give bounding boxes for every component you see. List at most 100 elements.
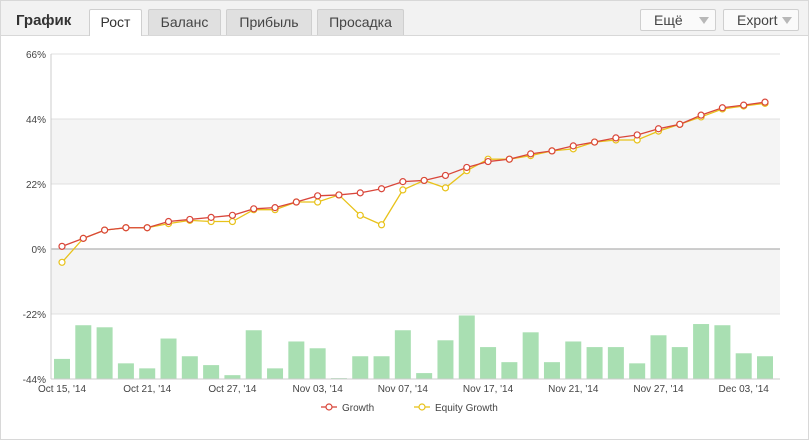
grid-band [51,119,780,184]
more-dropdown-button[interactable]: Ещё [640,9,716,31]
y-tick-label: 66% [26,50,46,61]
x-tick-label: Nov 21, '14 [548,384,599,395]
panel-header: График Рост Баланс Прибыль Просадка Ещё … [1,1,808,36]
x-tick-label: Nov 27, '14 [633,384,684,395]
growth-point [164,217,173,226]
volume-bar [480,347,497,379]
tab-profit[interactable]: Прибыль [226,9,312,35]
legend-marker [325,403,333,411]
volume-bar [586,347,603,379]
x-tick-label: Oct 15, '14 [38,384,86,395]
volume-bar [671,347,688,379]
x-tick-label: Nov 07, '14 [378,384,429,395]
growth-point [590,138,599,146]
growth-point [292,198,300,206]
equity-growth-point [441,184,450,192]
volume-bar [565,341,582,379]
growth-chart-panel: График Рост Баланс Прибыль Просадка Ещё … [0,0,809,440]
growth-point [505,155,513,163]
volume-bar [160,338,177,379]
growth-point [697,111,705,119]
growth-point [314,192,322,200]
growth-point [633,131,641,139]
export-dropdown-button[interactable]: Export [723,9,799,31]
growth-point [335,191,343,199]
growth-point [377,185,386,193]
growth-point [207,213,215,221]
volume-bar [373,356,390,379]
volume-bar [288,341,305,379]
tab-drawdown[interactable]: Просадка [317,9,404,35]
x-tick-label: Nov 17, '14 [463,384,514,395]
tab-balance[interactable]: Баланс [148,9,221,35]
grid-band [51,249,780,314]
growth-point [122,224,130,232]
equity-growth-point [58,258,66,266]
legend-label-equity: Equity Growth [435,403,498,414]
equity-growth-point [356,211,364,219]
x-tick-label: Oct 21, '14 [123,384,171,395]
volume-bar [458,315,475,379]
growth-point [79,234,87,242]
growth-point [271,204,279,212]
volume-bar [245,330,262,379]
growth-point [761,98,769,106]
growth-point [228,211,237,219]
x-tick-label: Oct 27, '14 [208,384,256,395]
growth-point [356,189,364,197]
volume-bar [501,362,518,379]
growth-point [654,125,663,133]
chevron-down-icon [782,17,792,24]
volume-bar [309,348,326,379]
more-button-label: Ещё [654,12,683,28]
volume-bar [757,356,773,379]
growth-point [676,120,684,128]
volume-bar [714,325,731,379]
volume-bar [629,363,646,379]
equity-growth-point [399,186,407,194]
growth-point [441,171,450,180]
panel-title: График [16,12,72,29]
volume-bar [352,356,369,379]
growth-point [463,163,471,172]
growth-chart: 66%44%22%0%-22%-44%Oct 15, '14 Oct 21, '1… [23,50,780,414]
equity-growth-point [314,198,322,206]
y-tick-label: -22% [23,310,46,321]
y-tick-label: 22% [26,180,46,191]
tab-growth[interactable]: Рост [89,9,142,36]
x-tick-label: Nov 03, '14 [292,384,343,395]
growth-point [58,242,66,250]
growth-point [420,176,428,185]
volume-bar [54,358,70,379]
volume-bar [693,324,710,379]
volume-bar [96,327,113,379]
x-tick-label: Dec 03, '14 [719,384,770,395]
volume-bar [203,365,220,379]
growth-point [527,150,535,158]
y-tick-label: 44% [26,115,46,126]
growth-point [143,224,151,232]
volume-bar [394,330,411,379]
export-button-label: Export [737,12,778,28]
growth-point [569,142,577,150]
volume-bar [607,347,624,379]
volume-bar [735,353,752,379]
volume-bar [75,325,92,379]
volume-bar [224,375,241,379]
growth-point [399,178,407,186]
volume-bar [181,356,198,379]
volume-bar [543,362,560,379]
equity-growth-point [377,221,386,229]
legend-label-growth: Growth [342,403,374,414]
growth-point [718,104,726,112]
growth-point [101,226,109,234]
growth-point [186,215,194,224]
volume-bar [267,368,284,379]
volume-bar [522,332,539,379]
volume-bar [139,368,156,379]
volume-bar [117,363,134,379]
chevron-down-icon [699,17,709,24]
growth-point [548,147,556,155]
growth-point [612,134,620,142]
volume-bar [650,335,667,379]
